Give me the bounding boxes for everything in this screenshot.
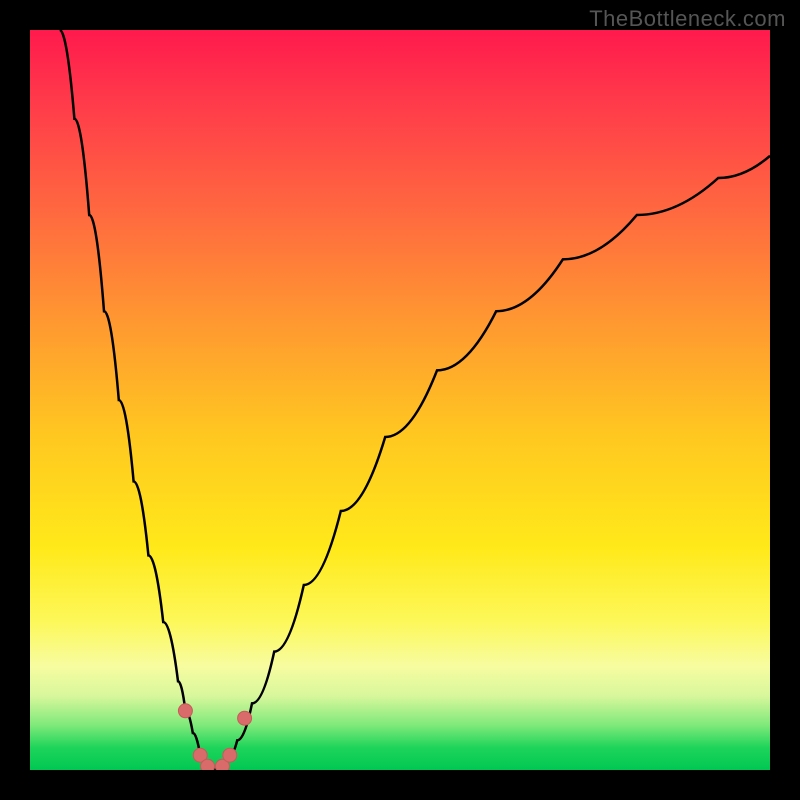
curve-left-branch [60,30,215,770]
curve-marker [178,704,192,718]
chart-plot-area [30,30,770,770]
curve-marker [223,748,237,762]
curve-marker [201,759,215,770]
watermark-text: TheBottleneck.com [589,6,786,32]
bottleneck-curve [30,30,770,770]
curve-marker [238,711,252,725]
curve-right-branch [215,156,770,770]
